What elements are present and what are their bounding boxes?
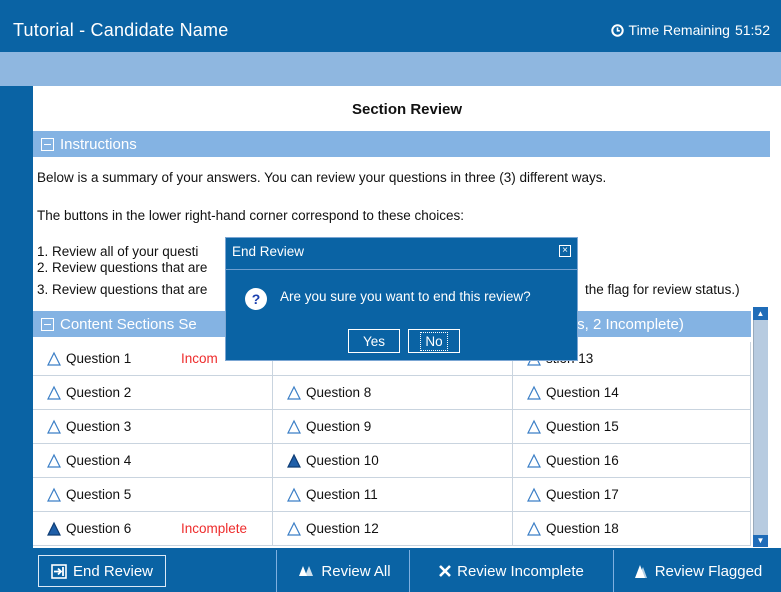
question-cell[interactable]: Question 4 — [33, 444, 273, 478]
flag-outline-icon[interactable] — [526, 419, 542, 435]
instructions-list-item: 1. Review all of your questi — [37, 244, 199, 259]
timer-label: Time Remaining — [628, 22, 730, 38]
instructions-paragraph: The buttons in the lower right-hand corn… — [37, 208, 464, 223]
exit-icon — [51, 563, 67, 579]
flag-outline-icon[interactable] — [46, 351, 62, 367]
question-label: Question 6 — [66, 521, 132, 536]
collapse-icon[interactable] — [41, 317, 54, 331]
question-icon: ? — [245, 288, 267, 310]
x-icon — [439, 565, 452, 577]
left-rail — [0, 86, 33, 592]
question-cell[interactable]: Question 8 — [273, 376, 513, 410]
instructions-list-item: 2. Review questions that are — [37, 260, 208, 275]
instructions-paragraph: Below is a summary of your answers. You … — [37, 170, 607, 185]
question-cell[interactable]: Question 2 — [33, 376, 273, 410]
review-flagged-label: Review Flagged — [654, 562, 763, 580]
dialog-title: End Review — [232, 244, 305, 259]
question-cell[interactable]: Question 6 Incomplete — [33, 512, 273, 546]
question-cell[interactable]: Question 5 — [33, 478, 273, 512]
scroll-down-button[interactable]: ▼ — [753, 535, 768, 547]
flag-outline-icon[interactable] — [286, 487, 302, 503]
flag-icon — [634, 564, 647, 578]
instructions-header[interactable]: Instructions — [33, 131, 770, 157]
question-label: Question 14 — [546, 385, 619, 400]
flag-filled-icon[interactable] — [286, 453, 302, 469]
question-label: Question 1 — [66, 351, 132, 366]
flag-filled-icon[interactable] — [46, 521, 62, 537]
flag-outline-icon[interactable] — [526, 521, 542, 537]
question-label: Question 8 — [306, 385, 372, 400]
review-all-icon — [299, 566, 314, 576]
instructions-list-item: 3. Review questions that are — [37, 282, 208, 297]
time-remaining: Time Remaining 51:52 — [610, 22, 770, 38]
dialog-message: Are you sure you want to end this review… — [280, 289, 531, 304]
close-icon[interactable]: × — [559, 245, 571, 257]
question-cell[interactable]: Question 14 — [513, 376, 751, 410]
end-review-button[interactable]: End Review — [38, 555, 166, 587]
scroll-up-button[interactable]: ▲ — [753, 307, 768, 320]
flag-outline-icon[interactable] — [526, 385, 542, 401]
flag-outline-icon[interactable] — [46, 487, 62, 503]
question-cell[interactable]: Question 15 — [513, 410, 751, 444]
question-label: Question 9 — [306, 419, 372, 434]
page-title: Section Review — [351, 101, 463, 118]
flag-outline-icon[interactable] — [46, 385, 62, 401]
flag-outline-icon[interactable] — [46, 453, 62, 469]
question-cell[interactable]: Question 3 — [33, 410, 273, 444]
incomplete-status: Incom — [181, 351, 218, 366]
yes-button[interactable]: Yes — [348, 329, 400, 353]
sub-header-bar — [0, 52, 781, 86]
review-incomplete-label: Review Incomplete — [457, 562, 584, 580]
no-button-label: No — [420, 331, 448, 351]
dialog-divider — [226, 269, 577, 270]
question-label: Question 12 — [306, 521, 379, 536]
question-label: Question 5 — [66, 487, 132, 502]
instructions-header-label: Instructions — [60, 135, 137, 153]
question-label: Question 16 — [546, 453, 619, 468]
question-cell[interactable]: Question 10 — [273, 444, 513, 478]
question-label: Question 3 — [66, 419, 132, 434]
question-label: Question 4 — [66, 453, 132, 468]
question-cell[interactable]: Question 9 — [273, 410, 513, 444]
question-cell[interactable]: Question 18 — [513, 512, 751, 546]
flag-outline-icon[interactable] — [526, 453, 542, 469]
toolbar-divider — [276, 550, 277, 592]
question-cell[interactable]: Question 16 — [513, 444, 751, 478]
question-cell[interactable]: Question 12 — [273, 512, 513, 546]
review-all-label: Review All — [321, 562, 391, 580]
content-sections-header-label: Content Sections Se — [60, 315, 197, 333]
yes-button-label: Yes — [362, 333, 386, 349]
scrollbar[interactable] — [753, 307, 768, 547]
incomplete-status: Incomplete — [181, 521, 248, 536]
instructions-list-item-tail: the flag for review status.) — [585, 282, 740, 297]
question-grid: Question 1Incomstion 13Question 2Questio… — [33, 342, 751, 546]
flag-outline-icon[interactable] — [286, 419, 302, 435]
question-cell[interactable]: Question 17 — [513, 478, 751, 512]
app-title: Tutorial - Candidate Name — [13, 20, 229, 40]
collapse-icon[interactable] — [41, 137, 54, 151]
flag-outline-icon[interactable] — [286, 385, 302, 401]
question-label: Question 17 — [546, 487, 619, 502]
flag-outline-icon[interactable] — [526, 487, 542, 503]
timer-value: 51:52 — [734, 22, 770, 38]
review-all-button[interactable]: Review All — [279, 550, 409, 592]
clock-icon — [610, 23, 624, 37]
question-label: Question 18 — [546, 521, 619, 536]
end-review-dialog: End Review × ? Are you sure you want to … — [225, 237, 578, 361]
question-label: Question 11 — [306, 487, 378, 502]
no-button[interactable]: No — [408, 329, 460, 353]
end-review-label: End Review — [72, 562, 154, 580]
review-flagged-button[interactable]: Review Flagged — [614, 550, 781, 592]
question-label: Question 10 — [306, 453, 379, 468]
question-cell[interactable]: Question 11 — [273, 478, 513, 512]
question-label: Question 2 — [66, 385, 132, 400]
flag-outline-icon[interactable] — [46, 419, 62, 435]
question-label: Question 15 — [546, 419, 619, 434]
review-incomplete-button[interactable]: Review Incomplete — [410, 550, 613, 592]
flag-outline-icon[interactable] — [286, 521, 302, 537]
